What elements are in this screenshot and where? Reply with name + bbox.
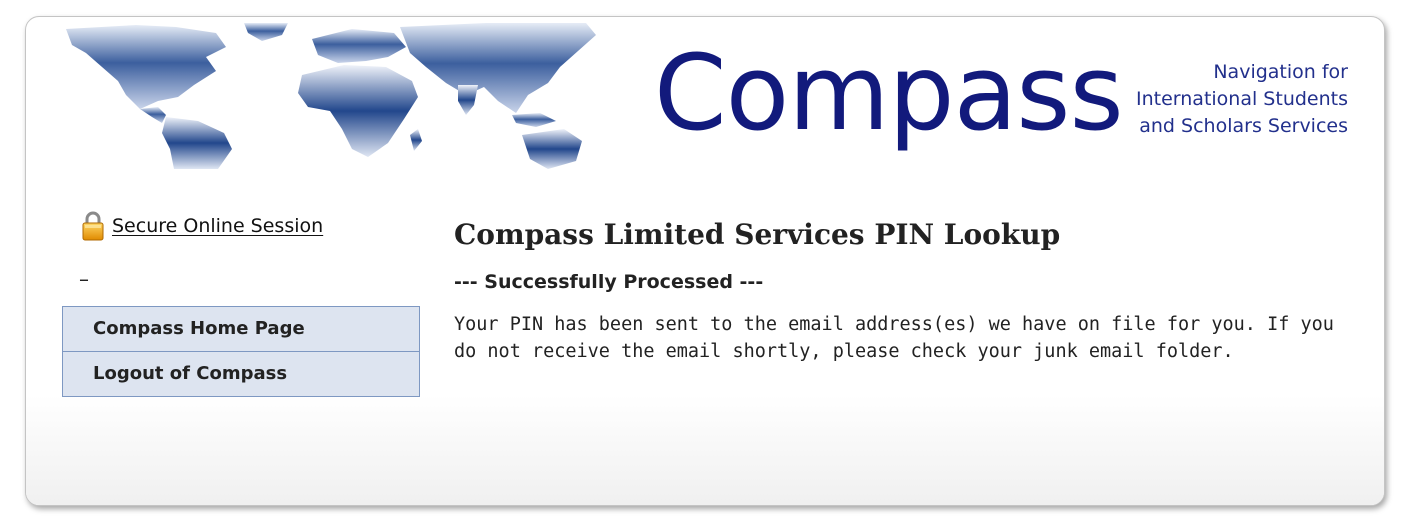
sidebar-item-compass-home-page[interactable]: Compass Home Page [63, 307, 419, 351]
tagline-line-3: and Scholars Services [1139, 115, 1348, 137]
pin-sent-message: Your PIN has been sent to the email addr… [454, 314, 1334, 362]
sidebar-nav: Compass Home Page Logout of Compass [62, 306, 420, 397]
page-title: Compass Limited Services PIN Lookup [454, 218, 1061, 251]
tagline-line-2: International Students [1136, 88, 1348, 110]
page-frame: Compass Navigation for International Stu… [25, 16, 1385, 506]
main-content: Compass Limited Services PIN Lookup --- … [454, 215, 1354, 365]
tagline-line-1: Navigation for [1213, 61, 1348, 83]
compass-logo: Compass [654, 32, 1124, 154]
world-map-image [66, 23, 596, 169]
secure-session-link[interactable]: Secure Online Session [112, 215, 323, 237]
status-message: --- Successfully Processed --- [454, 271, 764, 293]
separator-dash: – [79, 267, 89, 291]
secure-session: Secure Online Session [81, 211, 323, 241]
tagline: Navigation for International Students an… [1136, 59, 1348, 140]
lock-icon [82, 211, 104, 241]
bottom-fade [26, 395, 1384, 505]
sidebar-item-logout-of-compass[interactable]: Logout of Compass [63, 351, 419, 396]
